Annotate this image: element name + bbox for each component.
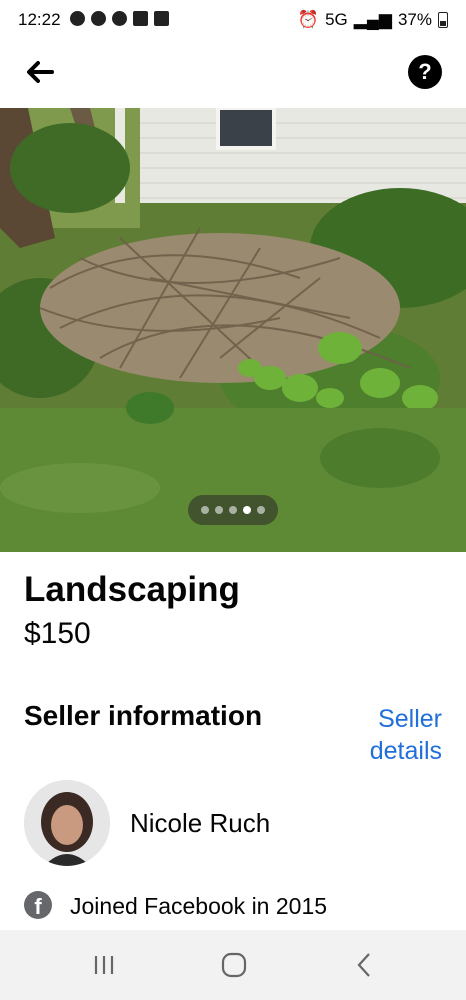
- nav-back-button[interactable]: [344, 948, 384, 982]
- seller-avatar[interactable]: [24, 780, 110, 866]
- alarm-icon: ⏰: [297, 10, 320, 29]
- network-label: 5G: [325, 10, 348, 29]
- joined-facebook: Joined Facebook in 2015: [70, 893, 328, 919]
- pagination-dot: [229, 506, 237, 514]
- home-button[interactable]: [214, 948, 254, 982]
- signal-icon: ▂▄▆: [353, 10, 392, 29]
- pagination-dot: [201, 506, 209, 514]
- recent-apps-icon: [94, 956, 114, 974]
- system-nav-bar: [0, 930, 466, 1000]
- home-icon: [221, 952, 247, 978]
- system-status: ⏰ 5G ▂▄▆ 37%: [298, 10, 448, 30]
- back-button[interactable]: [22, 54, 58, 90]
- pagination-dot: [257, 506, 265, 514]
- seller-name[interactable]: Nicole Ruch: [130, 808, 270, 839]
- battery-icon: [438, 12, 448, 28]
- messenger-icon: [91, 11, 106, 26]
- notification-icons: [70, 11, 169, 26]
- pagination-dot: [215, 506, 223, 514]
- seller-details-link[interactable]: Seller details: [332, 703, 442, 767]
- landscaping-photo: [0, 108, 466, 552]
- notification-icon: [112, 11, 127, 26]
- avatar-image: [24, 780, 110, 866]
- listing-title: Landscaping: [24, 570, 240, 609]
- news-icon: [133, 11, 148, 26]
- messenger-icon: [70, 11, 85, 26]
- photo-pagination: [188, 495, 278, 525]
- arrow-left-icon: [27, 61, 54, 83]
- status-bar: 12:22 ⏰ 5G ▂▄▆ 37%: [0, 0, 466, 40]
- pagination-dot: [243, 506, 251, 514]
- facebook-icon: f: [24, 891, 52, 919]
- battery-percent: 37%: [397, 10, 432, 29]
- help-button[interactable]: ?: [408, 55, 442, 89]
- top-bar: ?: [0, 40, 466, 108]
- gallery-icon: [154, 11, 169, 26]
- question-mark-icon: ?: [418, 59, 432, 84]
- seller-section-title: Seller information: [24, 700, 263, 731]
- listing-price: $150: [24, 617, 91, 650]
- status-time: 12:22: [18, 10, 61, 29]
- listing-photo[interactable]: [0, 108, 466, 552]
- chevron-left-icon: [357, 953, 370, 977]
- recent-apps-button[interactable]: [84, 948, 124, 982]
